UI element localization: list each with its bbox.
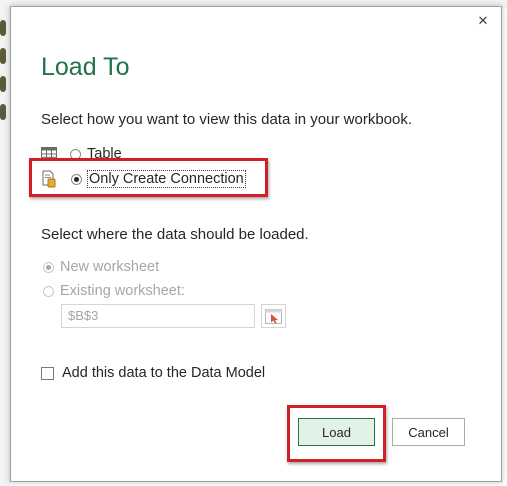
view-prompt: Select how you want to view this data in… (41, 111, 413, 128)
range-select-icon (265, 308, 282, 324)
highlight-box-load (287, 405, 386, 462)
range-select-button[interactable] (261, 304, 286, 328)
existing-worksheet-label: Existing worksheet: (60, 283, 185, 299)
existing-worksheet-radio[interactable] (43, 285, 54, 297)
spreadsheet-edge-left (0, 0, 10, 486)
dialog-title: Load To (41, 53, 130, 81)
load-to-dialog: ✕ Load To Select how you want to view th… (10, 6, 502, 482)
cancel-button[interactable]: Cancel (392, 418, 465, 446)
close-button[interactable]: ✕ (475, 13, 491, 29)
background-marker (0, 48, 6, 64)
location-option-existing-worksheet[interactable]: Existing worksheet: (43, 283, 185, 299)
data-model-label: Add this data to the Data Model (62, 365, 266, 381)
data-model-option[interactable]: Add this data to the Data Model (41, 365, 265, 381)
new-worksheet-radio[interactable] (43, 261, 54, 273)
range-input[interactable]: $B$3 (61, 304, 255, 328)
new-worksheet-label: New worksheet (60, 259, 160, 275)
background-marker (0, 20, 6, 36)
location-prompt: Select where the data should be loaded. (41, 226, 309, 243)
data-model-checkbox[interactable] (41, 366, 54, 380)
background-marker (0, 104, 6, 120)
background-marker (0, 76, 6, 92)
location-option-new-worksheet[interactable]: New worksheet (43, 259, 159, 275)
close-icon: ✕ (477, 13, 489, 28)
highlight-box-connection (29, 158, 268, 197)
